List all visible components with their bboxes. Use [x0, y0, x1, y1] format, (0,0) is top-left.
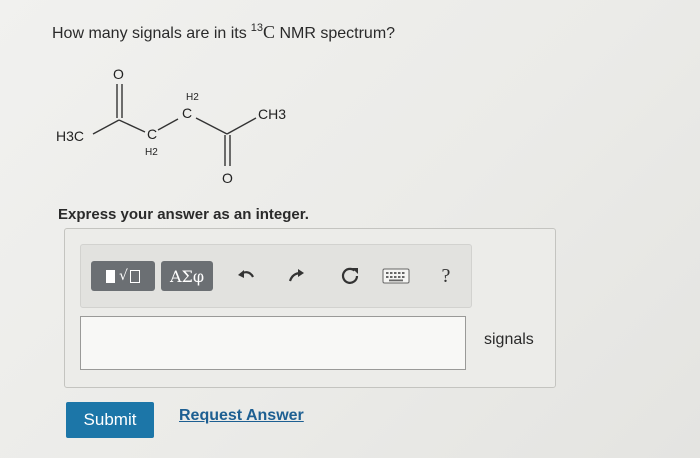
atom-ch3: CH3	[258, 106, 286, 122]
question-suffix: NMR spectrum?	[279, 25, 396, 42]
bond	[118, 119, 146, 133]
molecule-structure: O H3C C H2 H2 C CH3 O	[56, 66, 286, 186]
redo-icon	[288, 269, 304, 282]
undo-button[interactable]	[231, 261, 261, 291]
isotope-mass: 13	[250, 22, 263, 34]
atom-c-lower: C	[147, 126, 157, 142]
bond	[92, 119, 120, 135]
atom-h3c: H3C	[56, 128, 84, 144]
templates-button[interactable]: √	[91, 261, 155, 291]
redo-button[interactable]	[281, 261, 311, 291]
bond	[226, 117, 257, 135]
units-label: signals	[484, 331, 534, 348]
answer-input[interactable]	[80, 316, 466, 370]
bond	[157, 118, 179, 131]
atom-h2-lower: H2	[145, 147, 158, 158]
instruction-text: Express your answer as an integer.	[58, 206, 309, 223]
math-toolbar: √ ΑΣφ ?	[80, 244, 472, 308]
keyboard-button[interactable]	[381, 261, 411, 291]
atom-c-upper: C	[182, 105, 192, 121]
atom-h2-upper: H2	[186, 92, 199, 103]
help-button[interactable]: ?	[431, 261, 461, 291]
question-prefix: How many signals are in its	[52, 25, 247, 42]
request-answer-link[interactable]: Request Answer	[179, 407, 304, 425]
question-text: How many signals are in its 13C NMR spect…	[52, 22, 395, 43]
keyboard-icon	[382, 268, 410, 284]
symbols-button[interactable]: ΑΣφ	[161, 261, 213, 291]
help-icon: ?	[441, 264, 451, 287]
reset-button[interactable]	[335, 261, 365, 291]
reset-icon	[341, 267, 359, 284]
bond	[195, 117, 228, 135]
isotope-symbol: C	[263, 22, 276, 42]
atom-oxygen-bottom: O	[222, 170, 233, 186]
submit-button[interactable]: Submit	[66, 402, 154, 438]
atom-oxygen-top: O	[113, 66, 124, 82]
undo-icon	[238, 270, 254, 278]
templates-icon: √	[106, 268, 140, 284]
